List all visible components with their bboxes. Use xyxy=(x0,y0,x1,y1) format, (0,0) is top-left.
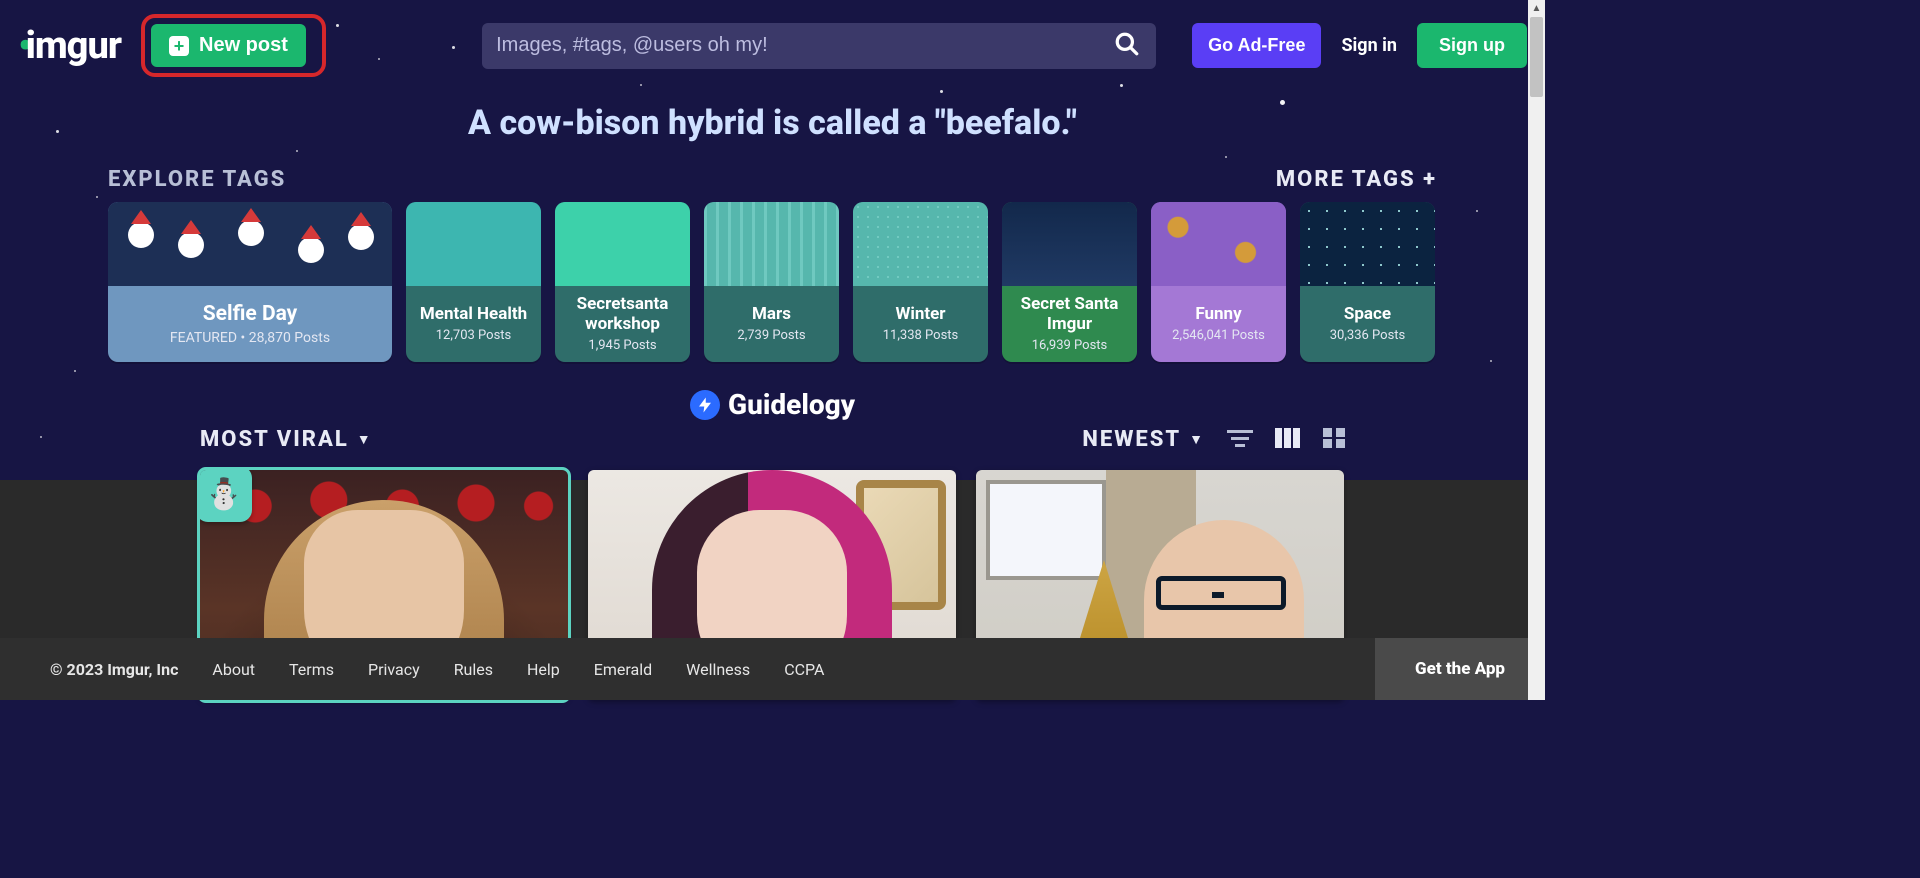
tag-card[interactable]: Mental Health 12,703 Posts xyxy=(406,202,541,362)
tag-card[interactable]: Selfie Day FEATURED • 28,870 Posts xyxy=(108,202,392,362)
tag-name: Mental Health xyxy=(420,305,527,325)
top-nav: •imgur + New post Go Ad-Free Sign in Sig… xyxy=(0,0,1545,77)
logo[interactable]: •imgur xyxy=(18,24,121,68)
tag-post-count: 16,939 Posts xyxy=(1032,338,1108,353)
tag-post-count: 2,546,041 Posts xyxy=(1172,328,1265,343)
tag-thumbnail xyxy=(406,202,541,286)
tag-name: Winter xyxy=(895,305,945,325)
footer: © 2023 Imgur, Inc About Terms Privacy Rules… xyxy=(0,638,1545,700)
view-autoplay-toggle[interactable] xyxy=(1227,428,1253,451)
tag-thumbnail xyxy=(108,202,392,286)
tag-card[interactable]: Secretsanta workshop 1,945 Posts xyxy=(555,202,690,362)
footer-link[interactable]: CCPA xyxy=(784,660,824,679)
tag-thumbnail xyxy=(1002,202,1137,286)
tag-thumbnail xyxy=(1151,202,1286,286)
tags-row: Selfie Day FEATURED • 28,870 Posts Mental … xyxy=(0,192,1545,362)
footer-link[interactable]: Privacy xyxy=(368,660,420,679)
grid-icon xyxy=(1323,428,1345,448)
footer-link[interactable]: Rules xyxy=(454,660,493,679)
tag-post-count: 11,338 Posts xyxy=(883,328,959,343)
scroll-up-arrow-icon[interactable]: ▲ xyxy=(1528,0,1545,17)
tag-post-count: 12,703 Posts xyxy=(436,328,512,343)
guidelogy-text: Guidelogy xyxy=(728,388,855,421)
tag-card[interactable]: Winter 11,338 Posts xyxy=(853,202,988,362)
tag-post-count: 2,739 Posts xyxy=(737,328,805,343)
tag-post-count: 30,336 Posts xyxy=(1330,328,1406,343)
tag-card[interactable]: Funny 2,546,041 Posts xyxy=(1151,202,1286,362)
plus-icon: + xyxy=(169,36,189,56)
tag-card[interactable]: Space 30,336 Posts xyxy=(1300,202,1435,362)
tag-name: Selfie Day xyxy=(203,302,298,326)
tag-thumbnail xyxy=(853,202,988,286)
go-ad-free-button[interactable]: Go Ad-Free xyxy=(1192,23,1321,68)
tag-post-count: FEATURED • 28,870 Posts xyxy=(170,330,330,346)
footer-link[interactable]: Wellness xyxy=(686,660,750,679)
tag-name: Secret Santa Imgur xyxy=(1006,295,1133,334)
tag-post-count: 1,945 Posts xyxy=(588,338,656,353)
sort-newest-dropdown[interactable]: NEWEST ▼ xyxy=(1082,427,1205,452)
search-button[interactable] xyxy=(1108,25,1146,66)
tag-thumbnail xyxy=(555,202,690,286)
chevron-down-icon: ▼ xyxy=(1189,431,1205,448)
search-icon xyxy=(1114,31,1140,57)
tag-thumbnail xyxy=(1300,202,1435,286)
explore-tags-title: EXPLORE TAGS xyxy=(108,167,286,192)
search-bar xyxy=(482,23,1156,69)
fun-fact-headline: A cow-bison hybrid is called a "beefalo.… xyxy=(0,103,1545,143)
tag-name: Space xyxy=(1344,305,1391,325)
tag-thumbnail xyxy=(704,202,839,286)
tag-name: Mars xyxy=(752,305,791,325)
footer-link[interactable]: Help xyxy=(527,660,560,679)
footer-link[interactable]: Emerald xyxy=(594,660,652,679)
guidelogy-icon xyxy=(690,390,720,420)
tag-card[interactable]: Mars 2,739 Posts xyxy=(704,202,839,362)
columns-icon xyxy=(1275,428,1301,448)
copyright-text: © 2023 Imgur, Inc xyxy=(50,660,178,679)
lines-icon xyxy=(1227,428,1253,448)
more-tags-button[interactable]: MORE TAGS + xyxy=(1276,167,1437,192)
sign-up-button[interactable]: Sign up xyxy=(1417,23,1527,68)
view-waterfall-button[interactable] xyxy=(1275,428,1301,451)
guidelogy-watermark: Guidelogy xyxy=(0,388,1545,421)
footer-link[interactable]: Terms xyxy=(289,660,334,679)
new-post-highlight-box: + New post xyxy=(141,14,326,77)
scrollbar-thumb[interactable] xyxy=(1530,17,1543,97)
get-the-app-button[interactable]: Get the App xyxy=(1375,638,1545,700)
view-uniform-button[interactable] xyxy=(1323,428,1345,451)
browser-scrollbar[interactable]: ▲ xyxy=(1528,0,1545,700)
new-post-button[interactable]: + New post xyxy=(151,24,306,67)
sign-in-link[interactable]: Sign in xyxy=(1341,35,1397,56)
search-input[interactable] xyxy=(482,34,1108,57)
snowman-badge-icon: ⛄ xyxy=(200,470,252,522)
header-actions: Go Ad-Free Sign in Sign up xyxy=(1192,23,1527,68)
chevron-down-icon: ▼ xyxy=(357,431,373,448)
tag-name: Funny xyxy=(1195,305,1241,325)
sort-most-viral-dropdown[interactable]: MOST VIRAL ▼ xyxy=(200,427,373,452)
new-post-label: New post xyxy=(199,34,288,57)
tag-name: Secretsanta workshop xyxy=(559,295,686,334)
footer-link[interactable]: About xyxy=(212,660,255,679)
tag-card[interactable]: Secret Santa Imgur 16,939 Posts xyxy=(1002,202,1137,362)
